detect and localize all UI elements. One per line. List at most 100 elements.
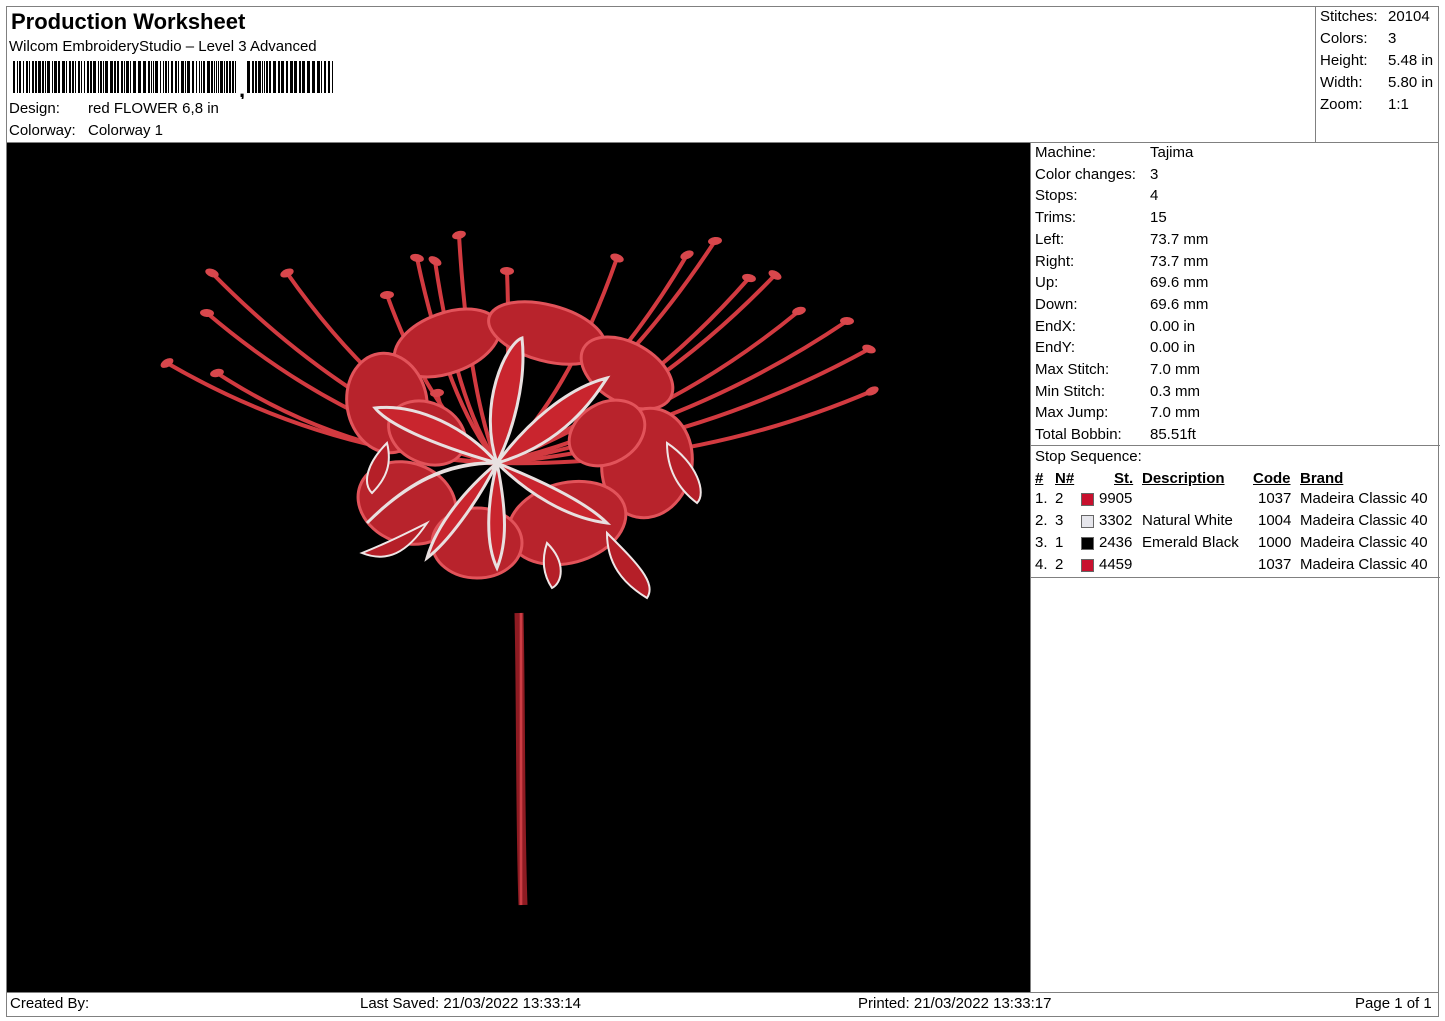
col-header-num: # bbox=[1035, 470, 1044, 487]
stat-value: 3 bbox=[1388, 30, 1397, 47]
row-brand: Madeira Classic 40 bbox=[1300, 534, 1428, 551]
machine-label: Right: bbox=[1035, 252, 1075, 270]
row-num: 4. bbox=[1035, 556, 1048, 573]
stop-sequence-row: 2. 3 3302 Natural White 1004 Madeira Classic … bbox=[1031, 512, 1440, 534]
machine-value: 4 bbox=[1150, 187, 1159, 205]
last-saved: Last Saved: 21/03/2022 13:33:14 bbox=[360, 995, 582, 1012]
machine-value: 0.00 in bbox=[1150, 339, 1196, 357]
col-header-n: N# bbox=[1055, 470, 1075, 487]
machine-row: Up: 69.6 mm bbox=[1035, 274, 1208, 291]
machine-value: 7.0 mm bbox=[1150, 361, 1201, 378]
page-title: Production Worksheet bbox=[11, 9, 246, 34]
stat-label: Height: bbox=[1320, 52, 1368, 69]
design-stats: Stitches: 20104 Colors: 3 Height: 5.48 in W… bbox=[1315, 6, 1439, 143]
machine-label: Machine: bbox=[1035, 144, 1096, 161]
stat-label: Colors: bbox=[1320, 30, 1368, 47]
machine-row: Min Stitch: 0.3 mm bbox=[1035, 383, 1200, 400]
row-num: 3. bbox=[1035, 534, 1048, 551]
machine-label: Down: bbox=[1035, 295, 1078, 313]
machine-row: Stops: 4 bbox=[1035, 187, 1158, 204]
row-stitches: 9905 bbox=[1099, 490, 1133, 507]
machine-label: Max Jump: bbox=[1035, 404, 1109, 422]
machine-row: Trims: 15 bbox=[1035, 209, 1167, 226]
stat-width: Width: 5.80 in bbox=[1320, 74, 1433, 91]
design-row: Design: red FLOWER 6,8 in bbox=[9, 100, 219, 117]
machine-label: EndY: bbox=[1035, 339, 1076, 357]
machine-value: 85.51ft bbox=[1150, 426, 1196, 444]
worksheet-header: Production Worksheet Wilcom EmbroiderySt… bbox=[6, 6, 1315, 143]
printed-date: Printed: 21/03/2022 13:33:17 bbox=[858, 995, 1052, 1012]
stat-value: 1:1 bbox=[1388, 96, 1409, 113]
machine-value: 69.6 mm bbox=[1150, 295, 1209, 313]
colorway-label: Colorway: bbox=[9, 122, 76, 139]
color-swatch bbox=[1081, 537, 1094, 550]
colorway-row: Colorway: Colorway 1 bbox=[9, 122, 163, 139]
machine-row: Down: 69.6 mm bbox=[1035, 296, 1208, 313]
row-needle: 1 bbox=[1055, 534, 1064, 551]
machine-row: Machine: Tajima bbox=[1035, 144, 1193, 161]
row-code: 1037 bbox=[1258, 490, 1292, 507]
row-stitches: 3302 bbox=[1099, 512, 1133, 529]
col-header-st: St. bbox=[1114, 470, 1134, 487]
stop-sequence-title: Stop Sequence: bbox=[1035, 448, 1142, 465]
stat-zoom: Zoom: 1:1 bbox=[1320, 96, 1409, 113]
panel-divider bbox=[1031, 577, 1440, 578]
row-code: 1037 bbox=[1258, 556, 1292, 573]
machine-row: Total Bobbin: 85.51ft bbox=[1035, 426, 1196, 443]
row-num: 1. bbox=[1035, 490, 1048, 507]
machine-row: Color changes: 3 bbox=[1035, 166, 1158, 183]
panel-divider bbox=[1031, 445, 1440, 446]
row-needle: 2 bbox=[1055, 490, 1064, 507]
stop-sequence-row: 4. 2 4459 1037 Madeira Classic 40 bbox=[1031, 556, 1440, 578]
stop-sequence-row: 3. 1 2436 Emerald Black 1000 Madeira Classic … bbox=[1031, 534, 1440, 556]
page-number: Page 1 of 1 bbox=[1355, 995, 1432, 1012]
machine-label: Trims: bbox=[1035, 209, 1077, 227]
row-needle: 3 bbox=[1055, 512, 1064, 529]
colorway-name: Colorway 1 bbox=[88, 122, 164, 139]
row-code: 1000 bbox=[1258, 534, 1292, 551]
machine-label: Left: bbox=[1035, 230, 1065, 248]
software-name: Wilcom EmbroideryStudio – Level 3 Advanc… bbox=[9, 38, 317, 55]
color-swatch bbox=[1081, 493, 1094, 506]
stat-colors: Colors: 3 bbox=[1320, 30, 1396, 47]
svg-text:,: , bbox=[239, 77, 245, 99]
color-swatch bbox=[1081, 559, 1094, 572]
row-description: Emerald Black bbox=[1142, 534, 1239, 551]
stat-value: 5.80 in bbox=[1388, 74, 1434, 91]
created-by: Created By: bbox=[10, 995, 90, 1012]
col-header-description: Description bbox=[1142, 470, 1225, 487]
footer-divider bbox=[6, 992, 1439, 993]
machine-row: Max Stitch: 7.0 mm bbox=[1035, 361, 1200, 378]
stat-label: Width: bbox=[1320, 74, 1363, 91]
machine-info-panel: Machine: Tajima Color changes: 3 Stops: 4 Trim… bbox=[1030, 143, 1440, 992]
stat-value: 20104 bbox=[1388, 8, 1430, 25]
machine-label: EndX: bbox=[1035, 317, 1076, 335]
machine-value: 3 bbox=[1150, 165, 1159, 183]
machine-row: Right: 73.7 mm bbox=[1035, 253, 1208, 270]
stat-label: Zoom: bbox=[1320, 96, 1363, 113]
machine-value: 73.7 mm bbox=[1150, 252, 1209, 270]
row-description: Natural White bbox=[1142, 512, 1233, 529]
machine-value: 15 bbox=[1150, 209, 1167, 227]
machine-label: Stops: bbox=[1035, 187, 1078, 205]
machine-row: Left: 73.7 mm bbox=[1035, 231, 1208, 248]
row-brand: Madeira Classic 40 bbox=[1300, 556, 1428, 573]
row-brand: Madeira Classic 40 bbox=[1300, 490, 1428, 507]
stop-sequence-row: 1. 2 9905 1037 Madeira Classic 40 bbox=[1031, 490, 1440, 512]
machine-row: EndX: 0.00 in bbox=[1035, 318, 1195, 335]
stat-value: 5.48 in bbox=[1388, 52, 1434, 69]
machine-value: 69.6 mm bbox=[1150, 274, 1209, 292]
machine-label: Up: bbox=[1035, 274, 1059, 292]
machine-label: Color changes: bbox=[1035, 165, 1136, 183]
machine-label: Max Stitch: bbox=[1035, 361, 1110, 378]
barcode-image: , bbox=[13, 61, 335, 102]
design-name: red FLOWER 6,8 in bbox=[88, 100, 219, 117]
row-brand: Madeira Classic 40 bbox=[1300, 512, 1428, 529]
row-code: 1004 bbox=[1258, 512, 1292, 529]
machine-value: 0.00 in bbox=[1150, 317, 1196, 335]
stat-stitches: Stitches: 20104 bbox=[1320, 8, 1430, 25]
machine-row: Max Jump: 7.0 mm bbox=[1035, 404, 1200, 421]
row-needle: 2 bbox=[1055, 556, 1064, 573]
flower-embroidery-image bbox=[160, 230, 879, 906]
machine-value: 7.0 mm bbox=[1150, 404, 1201, 422]
